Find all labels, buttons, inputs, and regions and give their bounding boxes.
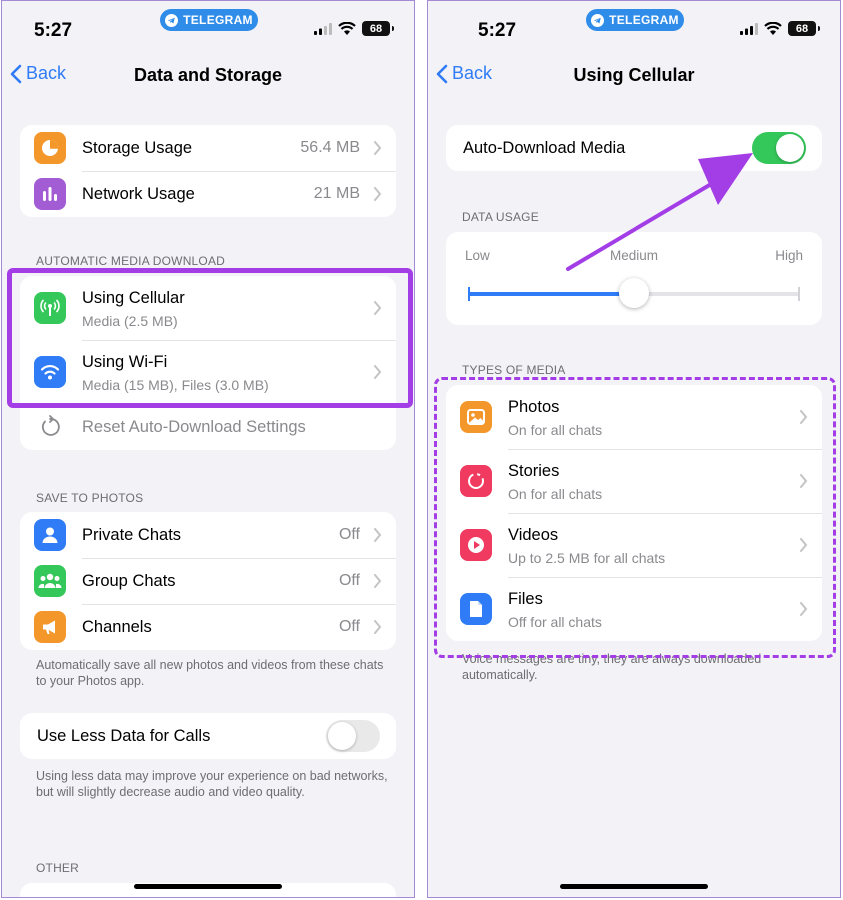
chevron-right-icon bbox=[374, 187, 382, 201]
network-usage-label: Network Usage bbox=[82, 184, 195, 203]
signal-icon bbox=[314, 22, 332, 35]
reset-auto-download-label: Reset Auto-Download Settings bbox=[82, 417, 306, 436]
status-time: 5:27 bbox=[478, 20, 517, 41]
chevron-right-icon bbox=[374, 574, 382, 588]
home-indicator bbox=[134, 884, 282, 889]
save-to-photos-header: SAVE TO PHOTOS bbox=[36, 491, 144, 505]
group-chats-label: Group Chats bbox=[82, 571, 176, 590]
network-usage-value: 21 MB bbox=[313, 185, 360, 202]
calls-footnote: Using less data may improve your experie… bbox=[36, 769, 388, 799]
battery-level: 68 bbox=[369, 22, 383, 35]
slider-high-label: High bbox=[775, 248, 803, 263]
right-screen: 5:27 TELEGRAM 68 Back Using Cellular Aut… bbox=[427, 0, 841, 898]
use-less-data-row: Use Less Data for Calls bbox=[20, 713, 396, 759]
bar-chart-icon bbox=[34, 178, 66, 210]
storage-usage-label: Storage Usage bbox=[82, 138, 193, 157]
annotation-arrow-icon bbox=[566, 153, 753, 271]
channels-row[interactable]: Channels Off bbox=[20, 604, 396, 650]
toggle-knob bbox=[328, 722, 356, 750]
highlight-dashed-box bbox=[434, 377, 836, 658]
telegram-icon bbox=[165, 13, 179, 27]
slider-tick-low bbox=[468, 287, 470, 301]
network-usage-row[interactable]: Network Usage 21 MB bbox=[20, 171, 396, 217]
group-icon bbox=[34, 565, 66, 597]
telegram-pill[interactable]: TELEGRAM bbox=[586, 9, 684, 31]
page-title: Using Cellular bbox=[573, 65, 695, 85]
private-chats-label: Private Chats bbox=[82, 525, 182, 544]
page-title: Data and Storage bbox=[133, 65, 283, 85]
storage-group: Storage Usage 56.4 MB Network Usage 21 M… bbox=[20, 125, 396, 217]
home-indicator bbox=[560, 884, 708, 889]
status-bar: 5:27 TELEGRAM 68 bbox=[428, 1, 840, 51]
status-time: 5:27 bbox=[34, 20, 73, 41]
battery-indicator: 68 bbox=[788, 21, 820, 36]
chevron-right-icon bbox=[374, 141, 382, 155]
battery-level: 68 bbox=[795, 22, 809, 35]
channels-label: Channels bbox=[82, 617, 152, 636]
group-chats-value: Off bbox=[338, 572, 360, 589]
toggle-knob bbox=[776, 134, 804, 162]
use-less-data-toggle[interactable] bbox=[326, 720, 380, 752]
data-usage-slider[interactable] bbox=[468, 278, 800, 308]
data-usage-header: DATA USAGE bbox=[462, 210, 539, 224]
wifi-icon bbox=[338, 22, 356, 35]
nav-bar: Back Data and Storage bbox=[2, 57, 414, 97]
nav-bar: Back Using Cellular bbox=[428, 57, 840, 97]
slider-tick-high bbox=[798, 287, 800, 301]
telegram-icon bbox=[591, 13, 605, 27]
reset-auto-download-row[interactable]: Reset Auto-Download Settings bbox=[20, 404, 396, 450]
slider-fill bbox=[468, 292, 634, 296]
other-header: OTHER bbox=[36, 861, 79, 875]
auto-download-media-toggle[interactable] bbox=[752, 132, 806, 164]
left-screen: 5:27 TELEGRAM 68 Back Data and Storage S… bbox=[1, 0, 415, 898]
telegram-pill-label: TELEGRAM bbox=[183, 13, 253, 27]
battery-indicator: 68 bbox=[362, 21, 394, 36]
pie-chart-icon bbox=[34, 132, 66, 164]
private-chats-row[interactable]: Private Chats Off bbox=[20, 512, 396, 558]
chevron-right-icon bbox=[374, 528, 382, 542]
megaphone-icon bbox=[34, 611, 66, 643]
save-to-photos-footnote: Automatically save all new photos and vi… bbox=[36, 658, 384, 688]
storage-usage-row[interactable]: Storage Usage 56.4 MB bbox=[20, 125, 396, 171]
telegram-pill-label: TELEGRAM bbox=[609, 13, 679, 27]
wifi-icon bbox=[764, 22, 782, 35]
calls-group: Use Less Data for Calls bbox=[20, 713, 396, 759]
status-bar: 5:27 TELEGRAM 68 bbox=[2, 1, 414, 51]
use-less-data-label: Use Less Data for Calls bbox=[37, 726, 211, 745]
storage-usage-value: 56.4 MB bbox=[300, 139, 360, 156]
person-icon bbox=[34, 519, 66, 551]
signal-icon bbox=[740, 22, 758, 35]
chevron-right-icon bbox=[374, 620, 382, 634]
group-chats-row[interactable]: Group Chats Off bbox=[20, 558, 396, 604]
auto-download-header: AUTOMATIC MEDIA DOWNLOAD bbox=[36, 254, 226, 268]
slider-thumb[interactable] bbox=[619, 278, 649, 308]
channels-value: Off bbox=[338, 618, 360, 635]
save-to-photos-group: Private Chats Off Group Chats Off Channe… bbox=[20, 512, 396, 650]
reset-icon bbox=[34, 411, 66, 443]
highlight-box bbox=[7, 268, 413, 408]
telegram-pill[interactable]: TELEGRAM bbox=[160, 9, 258, 31]
private-chats-value: Off bbox=[338, 526, 360, 543]
types-of-media-header: TYPES OF MEDIA bbox=[462, 363, 566, 377]
